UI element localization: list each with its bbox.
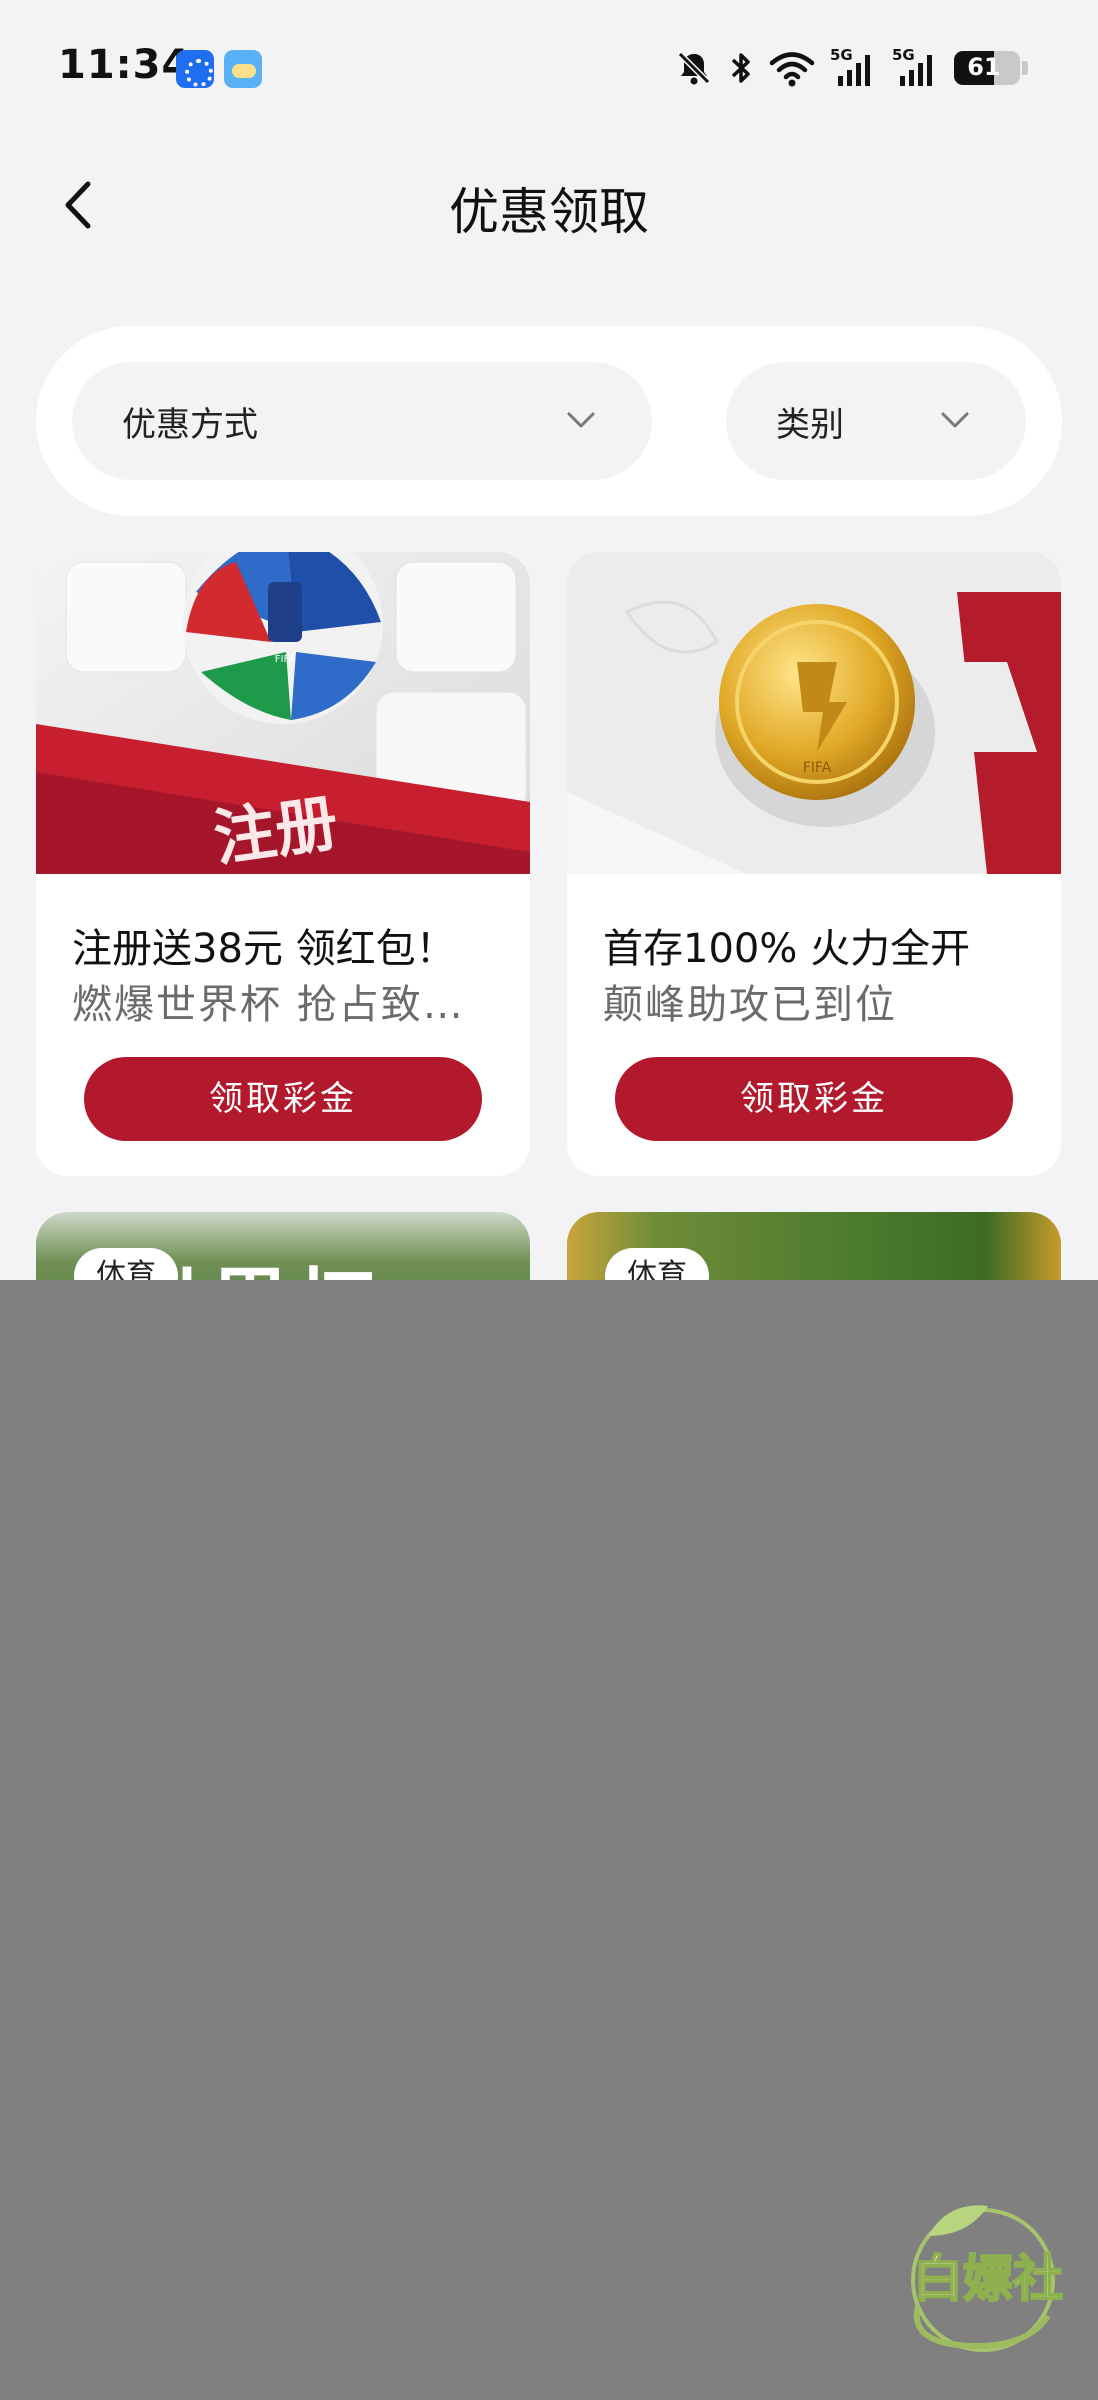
watermark-text: 白嫖社 [913,2250,1063,2308]
promo-card-register[interactable]: FIFA 注册 注册送38元 领红包！ 燃爆世界杯 抢占致… 领取彩金 [36,552,530,1176]
claim-bonus-button[interactable]: 领取彩金 [615,1057,1013,1141]
claim-bonus-button[interactable]: 领取彩金 [84,1057,482,1141]
svg-text:FIFA: FIFA [275,654,296,665]
chevron-down-icon [941,412,969,428]
promo-image-deposit: FIFA [567,552,1061,874]
battery-level: 61 [967,53,1001,81]
app-notification-icon [176,50,214,88]
promo-card-first-deposit[interactable]: FIFA 首存100% 火力全开 颠峰助攻已到位 领取彩金 [567,552,1061,1176]
promo-claim-screen: 11:34 5G 5G 61 优惠领取 优惠方式 类别 FIFA 注册 注册送3… [0,0,1098,2400]
wifi-icon [769,52,815,87]
status-bar: 11:34 5G 5G 61 [0,0,1098,120]
watermark-logo: 白嫖社 [888,2196,1088,2356]
weather-icon [224,50,262,88]
page-title: 优惠领取 [449,183,649,241]
card-title: 首存100% 火力全开 [603,926,971,972]
promo-image-register: FIFA 注册 [36,552,530,874]
category-dropdown[interactable]: 类别 [726,362,1026,480]
card-title: 注册送38元 领红包！ [72,926,456,972]
bluetooth-icon [731,53,750,83]
promo-method-label: 优惠方式 [122,404,258,445]
filter-bar: 优惠方式 类别 [36,326,1062,516]
chevron-down-icon [567,412,595,428]
card-subtitle: 燃爆世界杯 抢占致… [72,982,465,1028]
signal-5g-icon-2: 5G [892,46,940,88]
card-subtitle: 颠峰助攻已到位 [603,982,897,1028]
signal-5g-icon: 5G [830,46,878,88]
status-icons: 5G 5G 61 [674,46,1028,88]
status-time: 11:34 [58,42,191,88]
bell-off-icon [677,51,711,85]
category-label: 类别 [776,404,844,445]
svg-text:FIFA: FIFA [803,760,832,776]
battery-cap [1022,61,1028,75]
promo-method-dropdown[interactable]: 优惠方式 [72,362,652,480]
battery-icon: 61 [954,51,1020,85]
